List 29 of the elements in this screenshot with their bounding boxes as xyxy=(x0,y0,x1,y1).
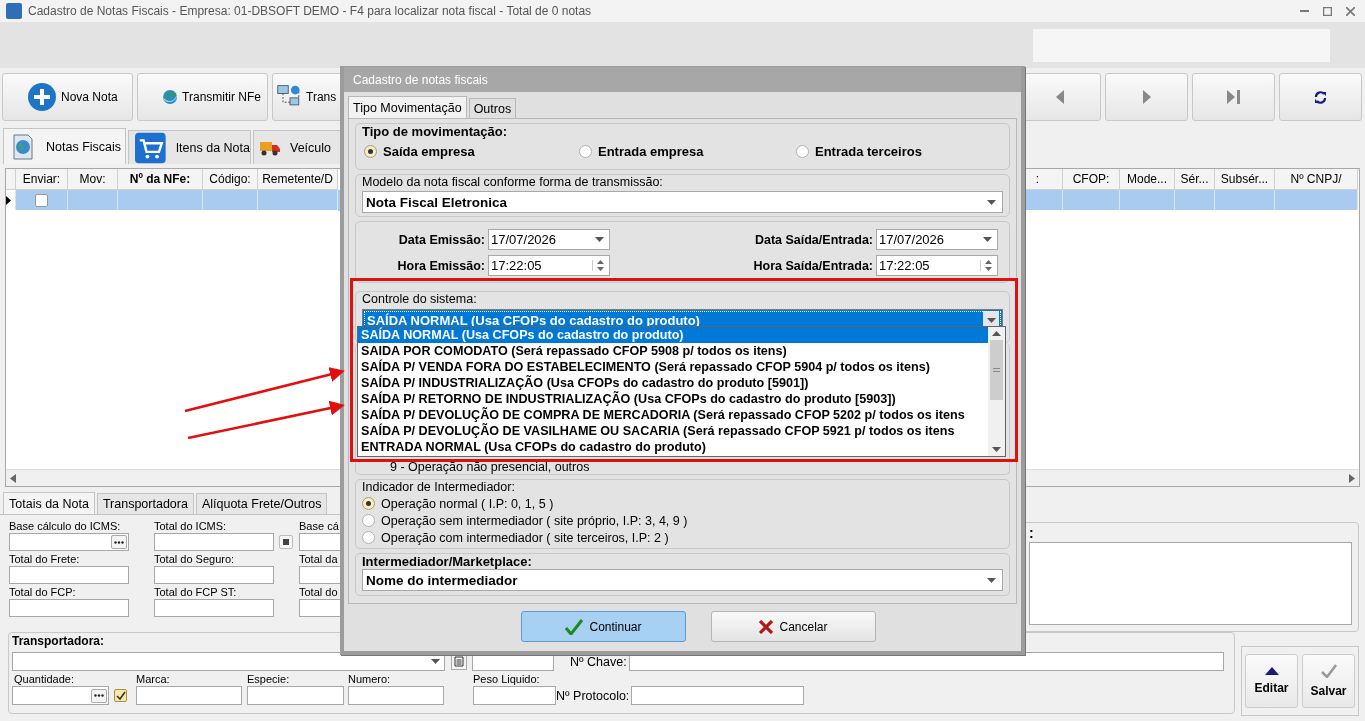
field-label: Quantidade: xyxy=(14,673,74,685)
field-label: Marca: xyxy=(136,673,170,685)
radio-label: 9 - Operação não presencial, outros xyxy=(390,461,590,474)
group-title: Indicador de Intermediador: xyxy=(362,480,515,494)
group-title: Transportadora: xyxy=(12,634,104,648)
dialog-title: Cadastro de notas fiscais xyxy=(344,67,1021,92)
window-title: Cadastro de Notas Fiscais - Empresa: 01-DBSOFT DEMO - F4 para localizar nota fiscal - Total de 0 notas xyxy=(28,4,592,18)
field-label: Especie: xyxy=(247,673,290,685)
field-label: Total do xyxy=(299,586,338,598)
group-title: Intermediador/Marketplace: xyxy=(362,554,532,569)
field-label: Hora Saída/Entrada: xyxy=(753,258,873,273)
field-label: Total do FCP ST: xyxy=(154,586,237,598)
field-label: Numero: xyxy=(348,673,391,685)
field-label: Nº Protocolo: xyxy=(556,688,630,703)
field-label: Data Emissão: xyxy=(398,232,485,247)
field-label: Peso Liquido: xyxy=(473,673,540,685)
field-label: Total da xyxy=(299,553,338,565)
group-title: Controle do sistema: xyxy=(362,292,477,306)
field-label: Total do FCP: xyxy=(9,586,76,598)
field-label: : xyxy=(1029,527,1035,539)
field-label: Base cá xyxy=(299,520,339,532)
field-label: Base cálculo do ICMS: xyxy=(9,520,121,532)
field-label: Hora Emissão: xyxy=(397,258,485,273)
field-label: Nº Chave: xyxy=(570,654,627,669)
field-label: Total do Frete: xyxy=(9,553,80,565)
group-title: Modelo da nota fiscal conforme forma de transmissão: xyxy=(362,175,663,189)
field-label: Total do ICMS: xyxy=(154,520,227,532)
field-label: Total do Seguro: xyxy=(154,553,235,565)
field-label: Data Saída/Entrada: xyxy=(754,232,873,247)
